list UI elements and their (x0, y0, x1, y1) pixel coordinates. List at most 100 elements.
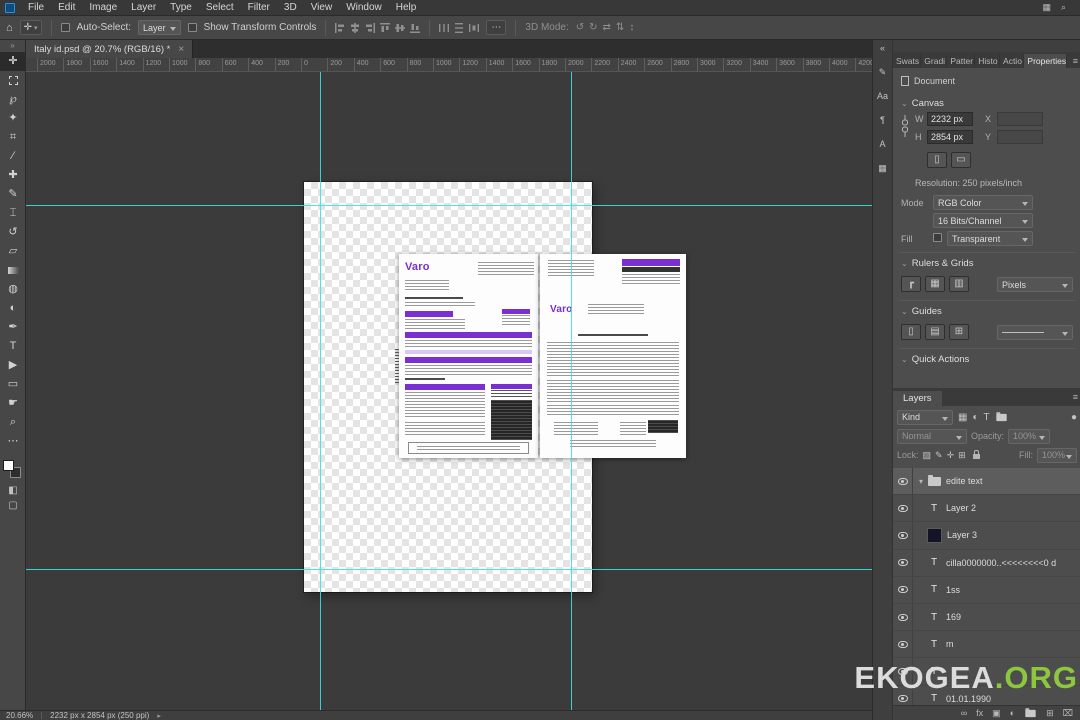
menu-select[interactable]: Select (199, 0, 241, 15)
toggle-guides-button[interactable]: ▯ (901, 324, 921, 340)
visibility-toggle[interactable] (893, 549, 913, 576)
adjustment-layer-icon[interactable]: ◐ (1010, 708, 1015, 718)
rectangular-marquee-tool[interactable] (0, 71, 26, 90)
menu-3d[interactable]: 3D (277, 0, 304, 15)
character-panel-icon[interactable]: Aa (877, 91, 888, 102)
layer-row[interactable]: Layer 3 (893, 522, 1080, 550)
close-icon[interactable]: × (178, 44, 184, 55)
pen-tool[interactable]: ✒ (0, 318, 26, 337)
dodge-tool[interactable]: ◐ (0, 299, 26, 318)
layer-row[interactable]: Tm (893, 631, 1080, 659)
type-tool[interactable]: T (0, 337, 26, 356)
toggle-snap-button[interactable]: ▥ (949, 276, 969, 292)
layer-name[interactable]: Layer 3 (947, 530, 977, 540)
menu-type[interactable]: Type (163, 0, 199, 15)
layer-name[interactable]: 1ss (946, 585, 960, 595)
new-group-icon[interactable] (1025, 707, 1036, 717)
crop-tool[interactable]: ⌗ (0, 128, 26, 147)
layer-fill-dropdown[interactable]: 100% (1037, 447, 1077, 463)
guide-style-dropdown[interactable] (997, 325, 1073, 340)
glyphs-panel-icon[interactable]: A (879, 139, 885, 150)
layer-row[interactable]: T 169 (893, 603, 1080, 632)
lock-position-icon[interactable]: ✛ (947, 450, 955, 461)
brush-settings-icon[interactable]: ✎ (879, 67, 887, 78)
3d-drag-icon[interactable]: ⇄ (603, 22, 611, 33)
layer-row[interactable]: ▾ edite text (893, 468, 1080, 496)
healing-brush-tool[interactable]: ✚ (0, 166, 26, 185)
group-caret-icon[interactable]: ▾ (919, 477, 923, 486)
new-layer-icon[interactable]: ⊞ (1046, 708, 1054, 719)
3d-orbit-icon[interactable]: ↺ (576, 22, 584, 33)
filter-adjustment-layers-icon[interactable]: ◐ (972, 412, 978, 423)
ruler-units-dropdown[interactable]: Pixels (997, 277, 1073, 292)
show-transform-checkbox[interactable] (187, 23, 197, 32)
document-tab[interactable]: Italy id.psd @ 20.7% (RGB/16) * × (26, 40, 194, 58)
visibility-toggle[interactable] (893, 603, 913, 631)
path-selection-tool[interactable]: ▶ (0, 356, 26, 375)
guides-section-header[interactable]: ⌄ Guides (901, 306, 942, 317)
menu-image[interactable]: Image (82, 0, 124, 15)
more-options-button[interactable]: ⋯ (486, 20, 507, 35)
align-left-edges-icon[interactable] (335, 22, 345, 33)
fill-dropdown[interactable]: Transparent (947, 231, 1033, 246)
align-vertical-centers-icon[interactable] (395, 23, 406, 33)
panel-tab-properties[interactable]: Properties (1024, 54, 1068, 68)
rectangle-tool[interactable]: ▭ (0, 375, 26, 394)
menu-file[interactable]: File (21, 0, 51, 15)
visibility-toggle[interactable] (893, 468, 913, 495)
menu-view[interactable]: View (304, 0, 340, 15)
landscape-orientation-button[interactable]: ▭ (951, 152, 971, 168)
layer-name[interactable]: cilla0000000..<<<<<<<<0 d (946, 558, 1056, 568)
layer-name[interactable]: Layer 2 (946, 503, 976, 513)
quick-actions-section-header[interactable]: ⌄ Quick Actions (901, 354, 969, 365)
distribute-horizontal-icon[interactable] (439, 23, 450, 33)
menu-window[interactable]: Window (339, 0, 389, 15)
panel-menu-icon[interactable]: ≡ (1073, 56, 1078, 66)
height-field[interactable]: 2854 px (927, 130, 973, 144)
filter-kind-dropdown[interactable]: Kind (897, 409, 953, 425)
width-field[interactable]: 2232 px (927, 112, 973, 126)
toggle-rulers-button[interactable]: ┏ (901, 276, 921, 292)
swatches-panel-icon[interactable]: ▦ (878, 163, 887, 174)
menu-help[interactable]: Help (389, 0, 424, 15)
screen-mode-icon[interactable]: ▢ (0, 498, 26, 513)
layer-mask-icon[interactable]: ▣ (992, 708, 1001, 719)
guide-vertical[interactable] (571, 72, 572, 710)
home-icon[interactable]: ⌂ (6, 22, 13, 34)
eraser-tool[interactable]: ▱ (0, 242, 26, 261)
visibility-toggle[interactable] (893, 576, 913, 603)
distribute-spacing-icon[interactable] (469, 23, 480, 33)
portrait-orientation-button[interactable]: ▯ (927, 152, 947, 168)
edit-toolbar[interactable]: ⋯ (0, 432, 26, 451)
filter-group-layers-icon[interactable] (995, 411, 1007, 421)
guide-horizontal[interactable] (26, 569, 872, 570)
panel-tab-histo[interactable]: Histo (975, 54, 1001, 68)
current-tool-preview[interactable]: ✛ ▾ (19, 20, 42, 35)
canvas-viewport[interactable]: Varo Varo (26, 72, 872, 710)
align-bottom-edges-icon[interactable] (410, 23, 421, 33)
status-options-icon[interactable]: ▸ (157, 712, 161, 720)
eyedropper-tool[interactable]: ∕ (0, 147, 26, 166)
rulers-grids-section-header[interactable]: ⌄ Rulers & Grids (901, 258, 973, 269)
zoom-tool[interactable]: ⌕ (0, 413, 26, 432)
lock-guides-button[interactable]: ⊞ (949, 324, 969, 340)
history-brush-tool[interactable]: ↺ (0, 223, 26, 242)
ruler[interactable]: 2000 1800 1600 1400 1200 1000 800 600 400 200 0 200… (26, 58, 872, 72)
align-right-edges-icon[interactable] (365, 22, 376, 33)
auto-select-target-dropdown[interactable]: Layer (138, 20, 181, 35)
hand-tool[interactable]: ☛ (0, 394, 26, 413)
workspace-icon[interactable]: ▦ (1042, 2, 1051, 13)
bit-depth-dropdown[interactable]: 16 Bits/Channel (933, 213, 1033, 228)
layer-effects-icon[interactable]: fx (976, 708, 983, 718)
layer-row[interactable]: T Layer 2 (893, 495, 1080, 523)
delete-layer-icon[interactable]: ⌧ (1063, 708, 1073, 719)
3d-scale-icon[interactable]: ↕ (629, 22, 634, 33)
layer-name[interactable]: edite text (946, 476, 983, 486)
panel-tab-swats[interactable]: Swats (893, 54, 922, 68)
layer-name[interactable]: m (946, 639, 954, 649)
lock-image-pixels-icon[interactable]: ✎ (935, 450, 943, 461)
quick-selection-tool[interactable]: ✦ (0, 109, 26, 128)
distribute-vertical-icon[interactable] (454, 22, 464, 33)
panel-tab-actio[interactable]: Actio (1000, 54, 1025, 68)
3d-slide-icon[interactable]: ⇅ (616, 22, 624, 33)
